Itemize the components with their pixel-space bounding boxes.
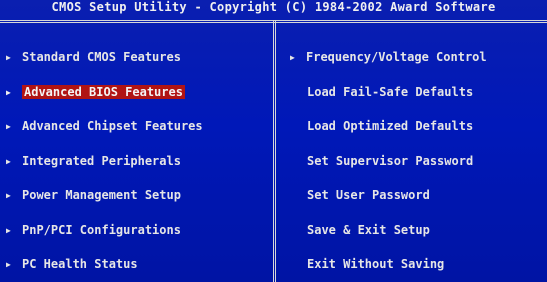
menu-item-advanced-chipset-features[interactable]: ▶ Advanced Chipset Features bbox=[6, 109, 268, 144]
menu-item-label: Load Optimized Defaults bbox=[307, 119, 474, 133]
menu-item-label: Exit Without Saving bbox=[307, 257, 445, 271]
menu-item-load-fail-safe-defaults[interactable]: Load Fail-Safe Defaults bbox=[290, 75, 540, 110]
menu-item-label: Set Supervisor Password bbox=[307, 153, 474, 168]
triangle-right-icon: ▶ bbox=[6, 53, 11, 62]
menu-item-save-exit-setup[interactable]: Save & Exit Setup bbox=[290, 213, 540, 248]
triangle-right-icon: ▶ bbox=[6, 260, 11, 269]
menu-item-label: Frequency/Voltage Control bbox=[306, 50, 487, 64]
menu-item-label: PnP/PCI Configurations bbox=[22, 222, 181, 237]
menu-item-frequency-voltage-control[interactable]: ▶ Frequency/Voltage Control bbox=[290, 40, 540, 75]
triangle-right-icon: ▶ bbox=[6, 87, 11, 97]
menu-item-standard-cmos-features[interactable]: ▶ Standard CMOS Features bbox=[6, 40, 268, 75]
menu-item-label: Save & Exit Setup bbox=[307, 222, 430, 237]
right-menu: ▶ Frequency/Voltage Control Load Fail-Saf… bbox=[290, 40, 540, 282]
triangle-right-icon: ▶ bbox=[290, 53, 295, 62]
bios-screen: CMOS Setup Utility - Copyright (C) 1984-… bbox=[0, 0, 547, 282]
menu-item-label: Load Fail-Safe Defaults bbox=[307, 84, 474, 99]
triangle-right-icon: ▶ bbox=[6, 156, 11, 166]
triangle-right-icon: ▶ bbox=[6, 191, 11, 200]
utility-title: CMOS Setup Utility - Copyright (C) 1984-… bbox=[51, 0, 496, 14]
menu-item-label: Integrated Peripherals bbox=[22, 153, 181, 168]
menu-item-label: Advanced BIOS Features bbox=[22, 84, 185, 99]
triangle-right-icon: ▶ bbox=[6, 225, 11, 235]
column-divider bbox=[273, 20, 276, 282]
menu-item-advanced-bios-features[interactable]: ▶ Advanced BIOS Features bbox=[6, 75, 268, 110]
menu-item-label: Standard CMOS Features bbox=[22, 50, 181, 64]
menu-item-exit-without-saving[interactable]: Exit Without Saving bbox=[290, 247, 540, 282]
menu-item-power-management-setup[interactable]: ▶ Power Management Setup bbox=[6, 178, 268, 213]
menu-item-set-user-password[interactable]: Set User Password bbox=[290, 178, 540, 213]
menu-item-label: Power Management Setup bbox=[22, 188, 181, 202]
triangle-right-icon: ▶ bbox=[6, 122, 11, 131]
menu-item-label: Advanced Chipset Features bbox=[22, 119, 203, 133]
menu-item-label: Set User Password bbox=[307, 188, 430, 202]
menu-item-integrated-peripherals[interactable]: ▶ Integrated Peripherals bbox=[6, 144, 268, 179]
menu-item-pnp-pci-configurations[interactable]: ▶ PnP/PCI Configurations bbox=[6, 213, 268, 248]
menu-item-set-supervisor-password[interactable]: Set Supervisor Password bbox=[290, 144, 540, 179]
left-menu: ▶ Standard CMOS Features ▶ Advanced BIOS F… bbox=[6, 40, 268, 282]
menu-item-load-optimized-defaults[interactable]: Load Optimized Defaults bbox=[290, 109, 540, 144]
menu-item-label: PC Health Status bbox=[22, 257, 138, 271]
menu-item-pc-health-status[interactable]: ▶ PC Health Status bbox=[6, 247, 268, 282]
